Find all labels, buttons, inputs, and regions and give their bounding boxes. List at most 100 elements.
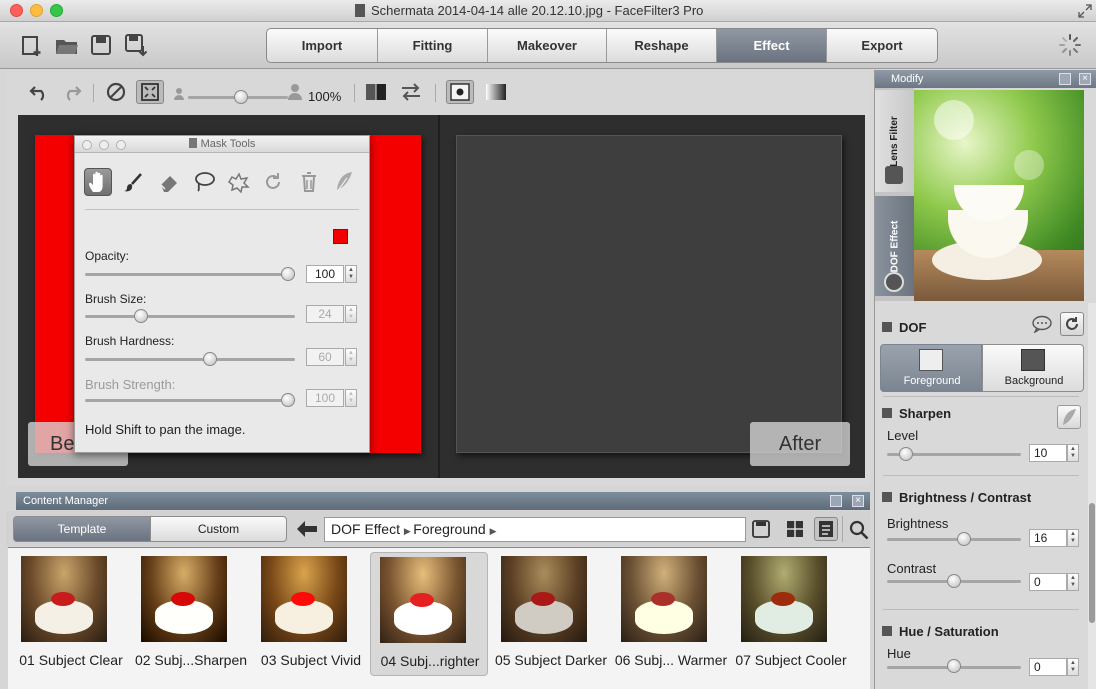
- trash-icon[interactable]: [295, 168, 323, 196]
- after-image[interactable]: [456, 135, 842, 453]
- tab-reshape[interactable]: Reshape: [607, 29, 717, 62]
- contrast-slider-knob[interactable]: [947, 574, 961, 588]
- preset-item[interactable]: 07 Subject Cooler: [732, 552, 850, 676]
- preset-item[interactable]: 06 Subj... Warmer: [612, 552, 730, 676]
- hue-input[interactable]: 0: [1029, 658, 1067, 676]
- detach-panel-icon[interactable]: [830, 495, 842, 507]
- hue-slider-knob[interactable]: [947, 659, 961, 673]
- hue-stepper[interactable]: ▲ ▼: [1067, 658, 1079, 676]
- zoom-window-button[interactable]: [50, 4, 63, 17]
- contrast-stepper[interactable]: ▲ ▼: [1067, 573, 1079, 591]
- level-slider-knob[interactable]: [899, 447, 913, 461]
- search-icon[interactable]: [849, 520, 869, 540]
- preset-item[interactable]: 03 Subject Vivid: [252, 552, 370, 676]
- save-as-icon[interactable]: [124, 33, 148, 57]
- mask-zoom-button[interactable]: [116, 140, 126, 150]
- tab-fitting[interactable]: Fitting: [378, 29, 488, 62]
- preset-item-selected[interactable]: 04 Subj...righter: [370, 552, 488, 676]
- reset-icon[interactable]: [105, 80, 127, 104]
- list-menu-icon[interactable]: [814, 517, 838, 541]
- detach-modify-icon[interactable]: [1059, 73, 1071, 85]
- preset-label: 02 Subj...Sharpen: [134, 652, 248, 668]
- tab-import[interactable]: Import: [267, 29, 378, 62]
- foreground-button[interactable]: Foreground: [880, 344, 982, 392]
- save-icon[interactable]: [89, 33, 113, 57]
- breadcrumb-foreground[interactable]: Foreground: [413, 521, 485, 537]
- brush-size-stepper[interactable]: ▲ ▼: [345, 305, 357, 323]
- comment-icon[interactable]: [1031, 315, 1053, 334]
- minimize-window-button[interactable]: [30, 4, 43, 17]
- brightness-stepper[interactable]: ▲ ▼: [1067, 529, 1079, 547]
- magic-select-tool-icon[interactable]: [225, 168, 253, 196]
- close-window-button[interactable]: [10, 4, 23, 17]
- swap-view-icon[interactable]: [399, 80, 423, 104]
- brush-strength-input[interactable]: 100: [306, 389, 344, 407]
- opacity-slider-knob[interactable]: [281, 267, 295, 281]
- brush-size-input[interactable]: 24: [306, 305, 344, 323]
- redo-mask-icon[interactable]: [259, 168, 287, 196]
- modify-scrollbar[interactable]: [1088, 303, 1096, 689]
- mask-color-swatch[interactable]: [333, 229, 348, 244]
- brush-size-slider-knob[interactable]: [134, 309, 148, 323]
- breadcrumb-dof[interactable]: DOF Effect: [331, 521, 400, 537]
- brush-tool-icon[interactable]: [119, 168, 147, 196]
- fit-to-window-icon[interactable]: [136, 80, 164, 104]
- save-preset-icon[interactable]: [752, 520, 772, 540]
- close-modify-icon[interactable]: ×: [1079, 73, 1091, 85]
- lasso-tool-icon[interactable]: [190, 168, 218, 196]
- breadcrumb-separator-icon: ▶: [489, 526, 497, 536]
- tab-export[interactable]: Export: [827, 29, 937, 62]
- opacity-input[interactable]: 100: [306, 265, 344, 283]
- breadcrumb[interactable]: DOF Effect ▶ Foreground ▶: [324, 517, 746, 542]
- preset-item[interactable]: 05 Subject Darker: [492, 552, 610, 676]
- background-button[interactable]: Background: [982, 344, 1084, 392]
- split-view-icon[interactable]: [364, 80, 388, 104]
- toolbar-divider: [354, 84, 355, 102]
- reset-dof-icon[interactable]: [1060, 312, 1084, 336]
- opacity-stepper[interactable]: ▲ ▼: [345, 265, 357, 283]
- open-folder-icon[interactable]: [55, 33, 79, 57]
- preset-item[interactable]: 01 Subject Clear: [12, 552, 130, 676]
- person-portrait-icon: [919, 349, 943, 371]
- contrast-input[interactable]: 0: [1029, 573, 1067, 591]
- brush-hardness-slider[interactable]: [85, 358, 295, 361]
- mask-close-button[interactable]: [82, 140, 92, 150]
- back-arrow-icon[interactable]: [296, 520, 318, 538]
- brush-strength-slider-knob[interactable]: [281, 393, 295, 407]
- mask-tools-titlebar[interactable]: Mask Tools: [75, 136, 369, 153]
- modify-panel: Modify × Lens Filter DOF Effect DOF Fore…: [874, 70, 1096, 689]
- brush-size-slider[interactable]: [85, 315, 295, 318]
- brush-strength-stepper[interactable]: ▲ ▼: [345, 389, 357, 407]
- new-file-icon[interactable]: [20, 33, 44, 57]
- split-divider[interactable]: [438, 115, 440, 478]
- brightness-slider[interactable]: [887, 538, 1021, 541]
- modify-scrollbar-thumb[interactable]: [1089, 503, 1095, 623]
- redo-icon[interactable]: [61, 80, 83, 104]
- tab-custom[interactable]: Custom: [150, 516, 287, 542]
- brightness-slider-knob[interactable]: [956, 532, 971, 546]
- sharpen-brush-icon[interactable]: [1057, 405, 1081, 429]
- tab-effect[interactable]: Effect: [717, 29, 827, 62]
- level-stepper[interactable]: ▲ ▼: [1067, 444, 1079, 462]
- eraser-tool-icon[interactable]: [155, 168, 183, 196]
- opacity-slider[interactable]: [85, 273, 295, 276]
- preset-item[interactable]: 02 Subj...Sharpen: [132, 552, 250, 676]
- brush-strength-slider[interactable]: [85, 399, 295, 402]
- mask-minimize-button[interactable]: [99, 140, 109, 150]
- hand-tool-icon[interactable]: [84, 168, 112, 196]
- brush-hardness-slider-knob[interactable]: [202, 352, 217, 366]
- grid-view-icon[interactable]: [786, 520, 806, 540]
- fullscreen-icon[interactable]: [1078, 4, 1092, 18]
- feather-tool-icon[interactable]: [330, 168, 358, 196]
- mask-view-icon[interactable]: [446, 80, 474, 104]
- undo-icon[interactable]: [28, 80, 50, 104]
- close-panel-icon[interactable]: ×: [852, 495, 864, 507]
- level-input[interactable]: 10: [1029, 444, 1067, 462]
- gradient-view-icon[interactable]: [484, 80, 508, 104]
- brush-hardness-input[interactable]: 60: [306, 348, 344, 366]
- tab-makeover[interactable]: Makeover: [488, 29, 607, 62]
- brush-hardness-stepper[interactable]: ▲ ▼: [345, 348, 357, 366]
- tab-template[interactable]: Template: [13, 516, 151, 542]
- brightness-input[interactable]: 16: [1029, 529, 1067, 547]
- zoom-slider-knob[interactable]: [234, 90, 248, 104]
